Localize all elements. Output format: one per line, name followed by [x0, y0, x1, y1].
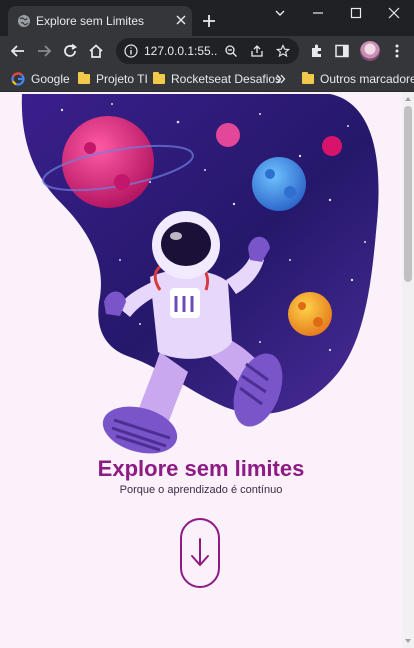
browser-titlebar: Explore sem Limites: [0, 0, 414, 36]
bookmark-label: Rocketseat Desafios: [171, 72, 282, 86]
tiny-magenta-planet: [322, 136, 342, 156]
globe-icon: [18, 15, 30, 27]
folder-icon: [153, 72, 165, 84]
helmet-visor: [161, 222, 211, 266]
page-title: Explore sem limites: [97, 456, 305, 481]
orange-planet: [288, 292, 332, 336]
reload-icon[interactable]: [61, 42, 79, 60]
bookmark-outros-marcadores[interactable]: Outros marcadores: [302, 70, 414, 88]
url-text[interactable]: 127.0.0.1:55...: [144, 44, 218, 58]
site-info-icon[interactable]: [124, 44, 138, 58]
arrow-down-icon: [191, 538, 209, 566]
more-menu-icon[interactable]: [388, 42, 406, 60]
zoom-icon[interactable]: [224, 44, 238, 58]
side-panel-icon[interactable]: [333, 42, 351, 60]
share-icon[interactable]: [250, 44, 264, 58]
close-tab-icon[interactable]: [174, 13, 188, 27]
bookmark-label: Outros marcadores: [320, 72, 414, 86]
new-tab-icon[interactable]: [201, 13, 217, 29]
blue-planet: [252, 157, 306, 211]
bookmark-label: Google: [31, 72, 70, 86]
minimize-icon[interactable]: [310, 5, 326, 21]
tab-title: Explore sem Limites: [36, 14, 145, 28]
page-content: Explore sem limites Porque o aprendizado…: [0, 92, 402, 648]
bookmarks-bar: Google Projeto TI Rocketseat Desafios Ou…: [0, 66, 414, 92]
folder-icon: [302, 72, 314, 84]
close-window-icon[interactable]: [386, 5, 402, 21]
browser-tab[interactable]: Explore sem Limites: [8, 6, 192, 36]
bookmark-rocketseat-desafios[interactable]: Rocketseat Desafios: [153, 70, 281, 88]
page-scrollbar[interactable]: [402, 92, 414, 648]
bookmark-google[interactable]: Google: [11, 70, 70, 88]
forward-icon[interactable]: [35, 42, 53, 60]
browser-toolbar: 127.0.0.1:55...: [0, 36, 414, 66]
astronaut-illustration: [21, 94, 379, 454]
profile-avatar[interactable]: [360, 41, 380, 61]
page-subtitle: Porque o aprendizado é contínuo: [119, 484, 283, 496]
small-pink-planet: [216, 123, 240, 147]
back-icon[interactable]: [9, 42, 27, 60]
folder-icon: [78, 72, 90, 84]
maximize-icon[interactable]: [348, 5, 364, 21]
bookmark-star-icon[interactable]: [276, 44, 290, 58]
address-bar[interactable]: 127.0.0.1:55...: [116, 38, 299, 64]
scrollbar-thumb[interactable]: [404, 106, 412, 282]
tab-search-icon[interactable]: [272, 5, 288, 21]
bookmark-projeto-ti[interactable]: Projeto TI: [78, 70, 148, 88]
google-icon: [11, 72, 25, 86]
home-icon[interactable]: [87, 42, 105, 60]
extensions-icon[interactable]: [308, 42, 326, 60]
scroll-down-button[interactable]: [180, 518, 220, 588]
bookmark-label: Projeto TI: [96, 72, 148, 86]
scroll-down-arrow-icon[interactable]: [405, 638, 411, 644]
more-bookmarks-icon[interactable]: [276, 74, 286, 84]
scroll-up-arrow-icon[interactable]: [405, 96, 411, 102]
